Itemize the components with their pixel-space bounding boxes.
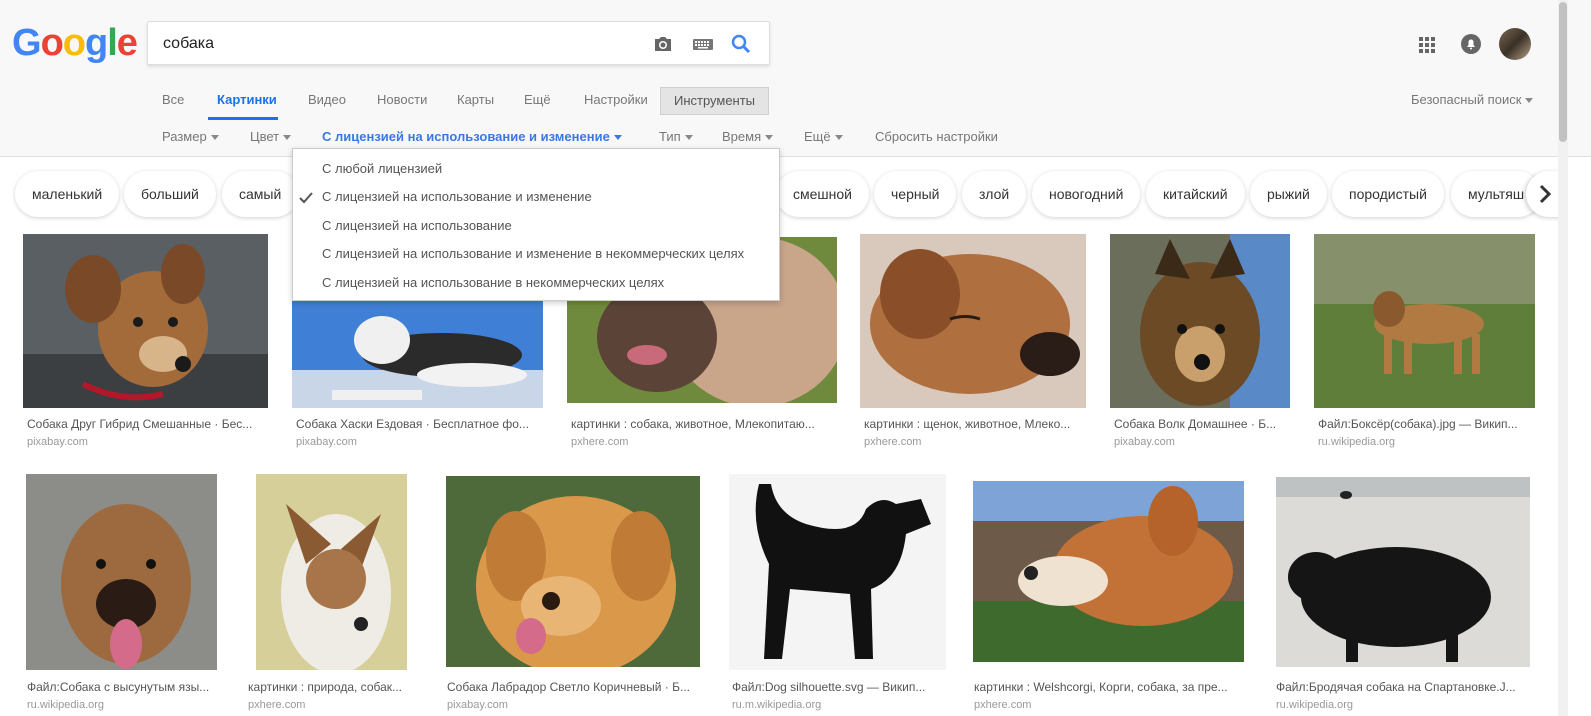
result-image[interactable]	[1110, 234, 1290, 408]
filter-license[interactable]: С лицензией на использование и изменение	[322, 129, 622, 144]
result-image[interactable]	[292, 300, 543, 408]
search-box[interactable]: собака	[147, 21, 770, 65]
suggestion-chip[interactable]: самый	[222, 171, 299, 217]
result-caption[interactable]: Файл:Бродячая собака на Спартановке.J...	[1276, 680, 1531, 694]
reset-filters-link[interactable]: Сбросить настройки	[875, 129, 998, 144]
result-caption[interactable]: Собака Друг Гибрид Смешанные · Бес...	[27, 417, 267, 431]
filter-label: Размер	[162, 129, 207, 144]
suggestion-chip[interactable]: черный	[874, 171, 957, 217]
apps-grid-icon[interactable]	[1418, 26, 1436, 67]
result-image[interactable]	[860, 234, 1086, 408]
logo-letter: e	[116, 22, 138, 64]
result-image[interactable]	[256, 474, 407, 670]
result-source: pxhere.com	[248, 699, 306, 711]
tab-video[interactable]: Видео	[308, 92, 346, 107]
result-image[interactable]	[26, 474, 217, 670]
suggestion-chip[interactable]: новогодний	[1032, 171, 1141, 217]
tab-news[interactable]: Новости	[377, 92, 427, 107]
license-option-use[interactable]: С лицензией на использование	[322, 218, 512, 233]
result-caption[interactable]: картинки : природа, собак...	[248, 680, 418, 694]
result-source: pxhere.com	[571, 436, 629, 448]
result-source: pixabay.com	[447, 699, 508, 711]
notifications-icon[interactable]	[1460, 26, 1482, 67]
result-source: ru.m.wikipedia.org	[732, 699, 822, 711]
license-option-any[interactable]: С любой лицензией	[322, 161, 442, 176]
filter-label: Цвет	[250, 129, 280, 144]
keyboard-icon[interactable]	[691, 32, 717, 56]
result-source: ru.wikipedia.org	[1276, 699, 1354, 711]
suggestion-chip[interactable]: маленький	[15, 171, 120, 217]
result-caption[interactable]: картинки : щенок, животное, Млеко...	[864, 417, 1084, 431]
license-option-use-modify[interactable]: С лицензией на использование и изменение	[322, 189, 592, 204]
search-icon[interactable]	[729, 32, 755, 56]
filter-color[interactable]: Цвет	[250, 129, 292, 144]
result-source: ru.wikipedia.org	[1318, 436, 1396, 448]
chevron-down-icon	[765, 135, 774, 141]
filter-size[interactable]: Размер	[162, 129, 219, 144]
checkmark-icon	[299, 191, 313, 204]
result-caption[interactable]: Собака Лабрадор Светло Коричневый · Б...	[447, 680, 702, 694]
result-image[interactable]	[23, 234, 268, 408]
tab-all[interactable]: Все	[162, 92, 184, 107]
filter-type[interactable]: Тип	[659, 129, 693, 144]
chevron-down-icon	[1525, 98, 1534, 104]
filter-time[interactable]: Время	[722, 129, 774, 144]
tab-settings[interactable]: Настройки	[584, 92, 648, 107]
chevron-down-icon	[613, 135, 622, 141]
result-source: pixabay.com	[27, 436, 88, 448]
result-image[interactable]	[973, 481, 1244, 662]
user-avatar[interactable]	[1499, 28, 1531, 60]
logo-letter: l	[107, 22, 118, 64]
result-image[interactable]	[1276, 477, 1530, 667]
result-source: pxhere.com	[974, 699, 1032, 711]
result-image[interactable]	[729, 474, 946, 670]
logo-letter: o	[62, 22, 86, 64]
suggestion-chip[interactable]: рыжий	[1250, 171, 1327, 217]
filter-label: Ещё	[804, 129, 831, 144]
result-caption[interactable]: Собака Волк Домашнее · Б...	[1114, 417, 1289, 431]
search-input[interactable]: собака	[163, 35, 214, 53]
license-option-use-noncommercial[interactable]: С лицензией на использование в некоммерч…	[322, 275, 664, 290]
result-caption[interactable]: картинки : Welshcorgi, Корги, собака, за…	[974, 680, 1244, 694]
result-image[interactable]	[446, 476, 700, 667]
tab-maps[interactable]: Карты	[457, 92, 494, 107]
result-caption[interactable]: Файл:Собака с высунутым язы...	[27, 680, 217, 694]
logo-letter: o	[40, 22, 64, 64]
filter-more[interactable]: Ещё	[804, 129, 843, 144]
suggestion-chip[interactable]: китайский	[1146, 171, 1245, 217]
camera-icon[interactable]	[651, 32, 677, 56]
safe-search-toggle[interactable]: Безопасный поиск	[1411, 92, 1534, 107]
scrollbar-thumb[interactable]	[1559, 2, 1567, 142]
suggestion-chip[interactable]: больший	[124, 171, 216, 217]
chevron-down-icon	[834, 135, 843, 141]
chevron-down-icon	[283, 135, 292, 141]
suggestion-chip[interactable]: злой	[962, 171, 1027, 217]
tools-button[interactable]: Инструменты	[660, 87, 769, 115]
suggestion-chip[interactable]: смешной	[776, 171, 869, 217]
google-logo[interactable]: Google	[12, 22, 138, 65]
license-option-use-modify-noncommercial[interactable]: С лицензией на использование и изменение…	[322, 246, 744, 261]
result-source: pixabay.com	[1114, 436, 1175, 448]
result-source: pixabay.com	[296, 436, 357, 448]
active-tab-indicator	[208, 117, 278, 120]
result-caption[interactable]: Собака Хаски Ездовая · Бесплатное фо...	[296, 417, 536, 431]
logo-letter: g	[85, 22, 108, 64]
suggestion-chip[interactable]: породистый	[1332, 171, 1444, 217]
result-caption[interactable]: Файл:Боксёр(собака).jpg — Викип...	[1318, 417, 1533, 431]
filter-label: Время	[722, 129, 762, 144]
tab-more[interactable]: Ещё	[524, 92, 551, 107]
result-image[interactable]	[1314, 234, 1535, 408]
filter-label: Тип	[659, 129, 681, 144]
chevron-down-icon	[684, 135, 693, 141]
tab-images[interactable]: Картинки	[217, 92, 277, 107]
result-source: pxhere.com	[864, 436, 922, 448]
result-caption[interactable]: Файл:Dog silhouette.svg — Викип...	[732, 680, 942, 694]
chevron-down-icon	[210, 135, 219, 141]
result-caption[interactable]: картинки : собака, животное, Млекопитаю.…	[571, 417, 833, 431]
safe-search-label: Безопасный поиск	[1411, 92, 1522, 107]
result-source: ru.wikipedia.org	[27, 699, 105, 711]
license-dropdown-menu: С любой лицензией С лицензией на использ…	[292, 148, 780, 301]
logo-letter: G	[12, 22, 42, 64]
filter-label: С лицензией на использование и изменение	[322, 129, 610, 144]
